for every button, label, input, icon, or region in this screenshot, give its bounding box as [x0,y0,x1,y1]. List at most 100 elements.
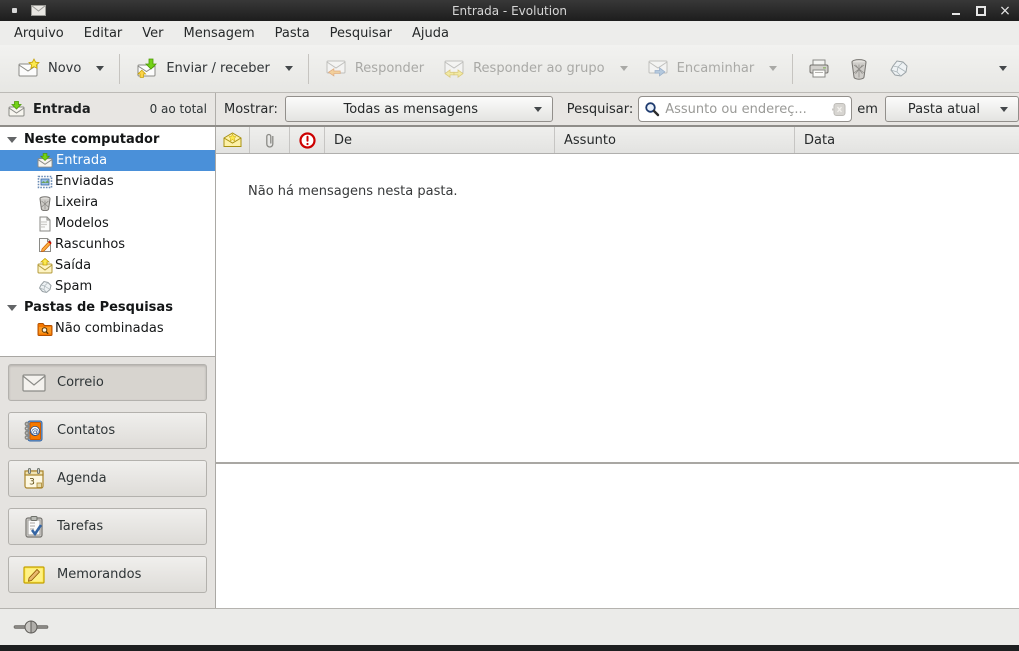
new-message-dropdown-icon[interactable] [96,66,104,71]
switcher-tarefas-button[interactable]: Tarefas [8,508,207,545]
delete-button[interactable] [839,51,879,87]
menu-mensagem[interactable]: Mensagem [174,23,265,44]
search-entry[interactable] [638,96,852,122]
switcher-agenda-button[interactable]: 3 Agenda [8,460,207,497]
reply-label: Responder [355,61,424,76]
message-list-header: De Assunto Data [216,127,1019,154]
message-list-pane: De Assunto Data Não há mensagens nesta p… [216,127,1019,608]
column-attachment[interactable] [250,127,290,153]
mostrar-label: Mostrar: [224,102,278,117]
reply-all-icon [442,57,466,81]
templates-icon [37,216,53,232]
minimize-button[interactable] [951,5,963,17]
toolbar-overflow-icon[interactable] [999,66,1007,71]
tasks-icon [22,515,46,539]
column-priority[interactable] [290,127,325,153]
folder-lixeira[interactable]: Lixeira [0,192,215,213]
switcher-contatos-button[interactable]: @ Contatos [8,412,207,449]
menu-pesquisar[interactable]: Pesquisar [320,23,402,44]
new-message-label: Novo [48,61,81,76]
search-icon [644,101,660,117]
switcher-memorandos-button[interactable]: Memorandos [8,556,207,593]
folder-tree: Neste computador Entrada [0,127,215,356]
drafts-icon [37,237,53,253]
svg-text:3: 3 [29,477,35,487]
close-button[interactable]: × [999,5,1011,17]
menu-editar[interactable]: Editar [74,23,133,44]
junk-icon [887,57,911,81]
new-message-button[interactable]: Novo [8,50,113,88]
pesquisar-label: Pesquisar: [567,102,634,117]
forward-dropdown-icon[interactable] [769,66,777,71]
mail-icon [22,373,46,393]
expander-icon[interactable] [7,137,17,143]
new-mail-icon [17,57,41,81]
send-receive-dropdown-icon[interactable] [285,66,293,71]
menu-ver[interactable]: Ver [132,23,173,44]
preview-pane [216,464,1019,608]
message-list-body[interactable]: Não há mensagens nesta pasta. [216,154,1019,462]
trash-icon [37,195,53,211]
menu-ajuda[interactable]: Ajuda [402,23,459,44]
folder-label: Spam [55,279,92,294]
expander-icon[interactable] [7,305,17,311]
message-filter-dropdown[interactable]: Todas as mensagens [285,96,553,122]
window-menu-icon[interactable] [12,8,17,13]
column-subject[interactable]: Assunto [555,127,795,153]
folder-modelos[interactable]: Modelos [0,213,215,234]
forward-label: Encaminhar [677,61,755,76]
folder-spam[interactable]: Spam [0,276,215,297]
print-icon [807,57,831,81]
reply-icon [324,57,348,81]
folder-enviadas[interactable]: Enviadas [0,171,215,192]
folder-nao-combinadas[interactable]: Não combinadas [0,318,215,339]
column-from-label: De [334,133,352,148]
column-from[interactable]: De [325,127,555,153]
folder-rascunhos[interactable]: Rascunhos [0,234,215,255]
toolbar-separator [308,54,309,84]
folder-label: Rascunhos [55,237,125,252]
statusbar [0,608,1019,645]
forward-button[interactable]: Encaminhar [637,50,787,88]
folder-entrada[interactable]: Entrada [0,150,215,171]
tree-group-neste-computador[interactable]: Neste computador [0,129,215,150]
tree-group-pastas-de-pesquisas[interactable]: Pastas de Pesquisas [0,297,215,318]
priority-icon [299,132,316,149]
current-folder-name: Entrada [33,102,91,117]
menubar: Arquivo Editar Ver Mensagem Pasta Pesqui… [0,21,1019,45]
menu-arquivo[interactable]: Arquivo [4,23,74,44]
svg-text:@: @ [31,427,39,436]
titlebar: Entrada - Evolution × [0,0,1019,21]
switcher-label: Correio [57,375,104,390]
folder-label: Modelos [55,216,109,231]
send-receive-button[interactable]: Enviar / receber [126,50,302,88]
folder-saida[interactable]: Saída [0,255,215,276]
message-count: 0 ao total [150,102,207,116]
print-button[interactable] [799,51,839,87]
switcher-label: Agenda [57,471,107,486]
clear-search-icon[interactable] [831,103,846,116]
toolbar-separator [792,54,793,84]
main-area: Neste computador Entrada [0,127,1019,608]
calendar-icon: 3 [22,467,46,491]
reply-all-dropdown-icon[interactable] [620,66,628,71]
switcher-label: Tarefas [57,519,103,534]
reply-button[interactable]: Responder [315,50,433,88]
column-message-status[interactable] [216,127,250,153]
inbox-icon [37,153,54,168]
column-date[interactable]: Data [795,127,1019,153]
send-receive-label: Enviar / receber [166,61,270,76]
menu-pasta[interactable]: Pasta [265,23,320,44]
reply-all-button[interactable]: Responder ao grupo [433,50,637,88]
maximize-button[interactable] [975,5,987,17]
forward-icon [646,57,670,81]
evolution-window: Entrada - Evolution × Arquivo Editar Ver… [0,0,1019,651]
sent-icon [37,174,53,190]
search-scope-dropdown[interactable]: Pasta atual [885,96,1019,122]
online-status-icon[interactable] [13,619,49,635]
switcher-correio-button[interactable]: Correio [8,364,207,401]
junk-button[interactable] [879,51,919,87]
folder-label: Entrada [56,153,107,168]
search-input[interactable] [665,102,826,117]
app-envelope-icon [31,5,46,16]
